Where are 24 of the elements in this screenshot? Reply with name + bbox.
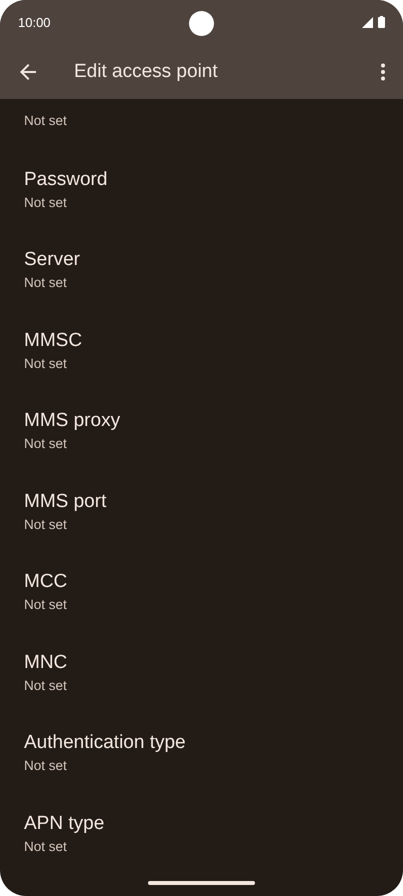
signal-icon (362, 16, 373, 28)
preference-summary: Not set (24, 435, 67, 453)
preference-title[interactable]: APN type (24, 810, 104, 836)
preference-title[interactable]: Server (24, 247, 80, 273)
preference-summary: Not set (24, 516, 67, 534)
preference-title[interactable]: MCC (24, 569, 68, 595)
battery-icon (378, 16, 385, 28)
preference-summary: Not set (24, 194, 67, 212)
preference-summary: Not set (24, 112, 67, 130)
preference-title[interactable]: MMS port (24, 488, 106, 514)
preference-summary: Not set (24, 757, 67, 775)
app-bar-title: Edit access point (74, 60, 219, 82)
preference-title[interactable]: MMS proxy (24, 408, 120, 434)
preference-summary: Not set (24, 596, 67, 614)
preference-title[interactable]: MMSC (24, 328, 82, 354)
preference-summary: Not set (24, 274, 67, 292)
preference-summary: Not set (24, 354, 67, 372)
preference-title[interactable]: MNC (24, 650, 68, 676)
preference-summary: Not set (24, 838, 67, 856)
preference-summary: Not set (24, 676, 67, 694)
status-time: 10:00 (18, 14, 51, 30)
preference-title[interactable]: Authentication type (24, 730, 186, 756)
camera-cutout (189, 11, 214, 36)
preference-title[interactable]: Password (24, 166, 108, 192)
